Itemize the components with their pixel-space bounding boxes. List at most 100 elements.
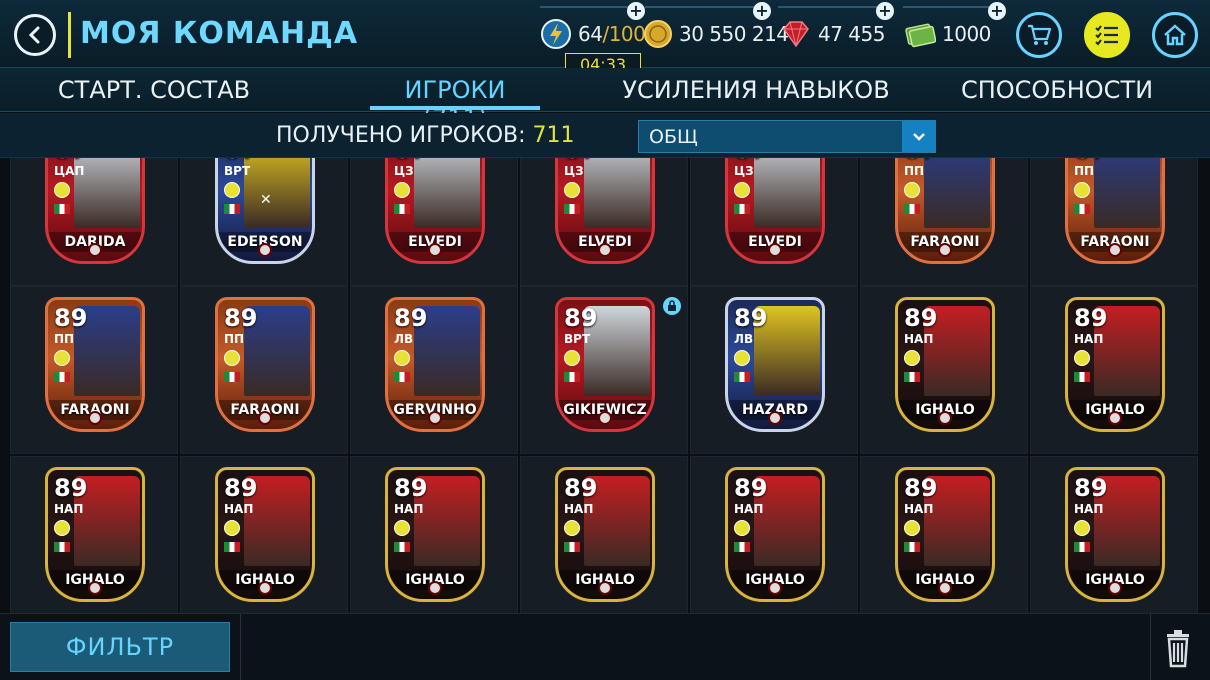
player-cell[interactable]: 89 НАП IGHALO xyxy=(860,456,1028,613)
club-badge-icon xyxy=(564,520,580,536)
energy-current: 64 xyxy=(578,22,603,46)
nation-flag-icon xyxy=(904,372,920,382)
player-cell[interactable]: 89 ПП FARAONI xyxy=(10,286,178,454)
player-card[interactable]: 87ЦАПDARIDA xyxy=(45,158,145,264)
player-cell[interactable]: 89 НАП IGHALO xyxy=(180,456,348,613)
nation-flag-icon xyxy=(54,204,70,214)
player-position: ПП xyxy=(904,164,925,178)
title-divider xyxy=(68,12,71,58)
nation-flag-icon xyxy=(564,204,580,214)
player-card[interactable]: 89 НАП IGHALO xyxy=(895,467,995,602)
player-position: ПП xyxy=(1074,164,1095,178)
nation-flag-icon xyxy=(1074,372,1090,382)
cash-bar-line xyxy=(903,6,999,8)
player-cell[interactable]: 89 НАП IGHALO xyxy=(1030,286,1198,454)
player-cell[interactable]: 89 НАП IGHALO xyxy=(350,456,518,613)
player-cell[interactable]: 89 НАП IGHALO xyxy=(690,456,858,613)
player-cell[interactable]: 87ЦЗELVEDI xyxy=(690,158,858,286)
player-cell[interactable]: 87ЦАПDARIDA xyxy=(10,158,178,286)
player-cell[interactable]: 87ЦЗELVEDI xyxy=(350,158,518,286)
player-card[interactable]: 87ЦЗELVEDI xyxy=(725,158,825,264)
player-card[interactable]: 89 ЛВ HAZARD xyxy=(725,297,825,432)
ball-icon xyxy=(938,581,952,595)
player-card[interactable]: 87ППFARAONI xyxy=(1065,158,1165,264)
player-card[interactable]: 89 ВРТ GIKIEWICZ xyxy=(555,297,655,432)
tab-abilities[interactable]: СПОСОБНОСТИ xyxy=(954,76,1160,104)
tab-bar: СТАРТ. СОСТАВ ИГРОКИ (711) УСИЛЕНИЯ НАВЫ… xyxy=(0,68,1210,132)
nation-flag-icon xyxy=(564,542,580,552)
player-card[interactable]: 89 НАП IGHALO xyxy=(45,467,145,602)
player-card[interactable]: 89 НАП IGHALO xyxy=(895,297,995,432)
player-cell[interactable]: 89 НАП IGHALO xyxy=(1030,456,1198,613)
player-card[interactable]: 89 НАП IGHALO xyxy=(725,467,825,602)
player-card[interactable]: 89 НАП IGHALO xyxy=(215,467,315,602)
player-cell[interactable]: 89 ЛВ GERVINHO xyxy=(350,286,518,454)
player-card[interactable]: 89 ПП FARAONI xyxy=(45,297,145,432)
tab-skill-boosts[interactable]: УСИЛЕНИЯ НАВЫКОВ xyxy=(618,76,894,104)
tasks-button[interactable] xyxy=(1084,12,1130,58)
player-card[interactable]: 89 НАП IGHALO xyxy=(555,467,655,602)
player-cell[interactable]: 87ЦЗELVEDI xyxy=(520,158,688,286)
sort-select[interactable]: ОБЩ xyxy=(638,120,936,153)
sort-select-value: ОБЩ xyxy=(649,126,698,148)
player-card[interactable]: 87ВРТ✕EDERSON xyxy=(215,158,315,264)
nation-flag-icon xyxy=(564,372,580,382)
player-card[interactable]: 87ЦЗELVEDI xyxy=(555,158,655,264)
lock-icon xyxy=(663,297,681,315)
trash-icon xyxy=(1167,630,1189,668)
player-position: ЦЗ xyxy=(394,164,414,178)
cash-value: 1000 xyxy=(942,22,991,46)
back-button[interactable] xyxy=(14,14,56,56)
club-badge-icon xyxy=(54,520,70,536)
player-cell[interactable]: 89 НАП IGHALO xyxy=(860,286,1028,454)
player-card[interactable]: 89 НАП IGHALO xyxy=(1065,297,1165,432)
club-badge-icon xyxy=(904,520,920,536)
home-button[interactable] xyxy=(1152,12,1198,58)
filter-button[interactable]: ФИЛЬТР xyxy=(10,622,230,672)
player-rating: 89 xyxy=(904,304,938,332)
club-badge-icon xyxy=(1074,520,1090,536)
nation-flag-icon xyxy=(904,204,920,214)
club-badge-icon xyxy=(1074,182,1090,198)
player-rating: 89 xyxy=(224,304,258,332)
club-badge-icon xyxy=(224,350,240,366)
player-cell[interactable]: 89 НАП IGHALO xyxy=(10,456,178,613)
delete-button[interactable] xyxy=(1160,626,1196,670)
player-cell[interactable]: 89 ЛВ HAZARD xyxy=(690,286,858,454)
player-cell[interactable]: 87ППFARAONI xyxy=(860,158,1028,286)
player-cell[interactable]: 87ВРТ✕EDERSON xyxy=(180,158,348,286)
ball-icon xyxy=(598,243,612,257)
ball-icon xyxy=(1108,411,1122,425)
cash-icon xyxy=(905,23,936,48)
ball-icon xyxy=(428,411,442,425)
nation-flag-icon xyxy=(734,204,750,214)
player-rating: 89 xyxy=(734,474,768,502)
gems-bar-line xyxy=(778,6,886,8)
player-cell[interactable]: 89 ПП FARAONI xyxy=(180,286,348,454)
club-badge-icon xyxy=(224,520,240,536)
player-photo xyxy=(754,158,820,228)
player-card[interactable]: 87ЦЗELVEDI xyxy=(385,158,485,264)
player-cell[interactable]: 89 ВРТ GIKIEWICZ xyxy=(520,286,688,454)
player-position: НАП xyxy=(734,502,764,516)
top-bar: МОЯ КОМАНДА + 64/100 04:33 + 30 550 214 … xyxy=(0,0,1210,77)
player-position: ПП xyxy=(224,332,245,346)
player-card[interactable]: 89 ЛВ GERVINHO xyxy=(385,297,485,432)
player-rating: 89 xyxy=(734,304,768,332)
player-cell[interactable]: 87ППFARAONI xyxy=(1030,158,1198,286)
cross-icon: ✕ xyxy=(260,192,272,208)
player-position: ЦЗ xyxy=(564,164,584,178)
player-card[interactable]: 89 НАП IGHALO xyxy=(385,467,485,602)
nation-flag-icon xyxy=(1074,542,1090,552)
player-card[interactable]: 87ППFARAONI xyxy=(895,158,995,264)
tab-starting-lineup[interactable]: СТАРТ. СОСТАВ xyxy=(56,76,252,104)
player-card[interactable]: 89 ПП FARAONI xyxy=(215,297,315,432)
player-cell[interactable]: 89 НАП IGHALO xyxy=(520,456,688,613)
club-badge-icon xyxy=(564,350,580,366)
chevron-down-icon xyxy=(902,121,935,152)
store-button[interactable] xyxy=(1016,12,1062,58)
ball-icon xyxy=(1108,243,1122,257)
club-badge-icon xyxy=(734,520,750,536)
player-photo xyxy=(924,158,990,228)
player-card[interactable]: 89 НАП IGHALO xyxy=(1065,467,1165,602)
